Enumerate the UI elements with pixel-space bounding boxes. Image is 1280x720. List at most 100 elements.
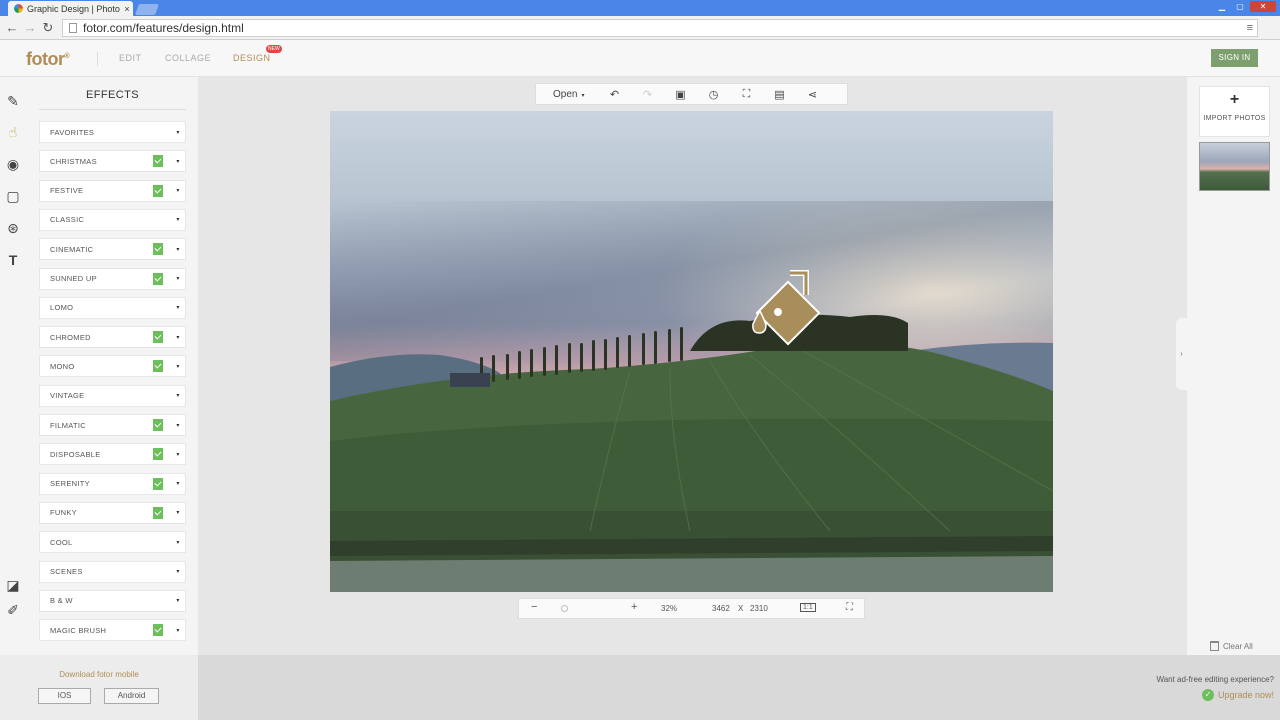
chevron-down-icon: ▾: [176, 334, 180, 341]
chevron-down-icon: ▾: [176, 422, 180, 429]
premium-tag-icon: [153, 419, 163, 431]
favicon-icon: [14, 4, 23, 13]
redo-icon[interactable]: ↷: [631, 88, 664, 101]
sticker-icon[interactable]: ⊛: [5, 220, 21, 236]
nav-edit[interactable]: EDIT: [119, 53, 142, 63]
effect-category[interactable]: FUNKY ▾: [39, 501, 186, 524]
pencil-icon[interactable]: ✎: [5, 93, 21, 109]
effect-category[interactable]: FAVORITES ▾: [39, 121, 186, 143]
check-icon: ✓: [1201, 689, 1214, 701]
compare-icon[interactable]: ◪: [5, 577, 21, 593]
effect-category-label: VINTAGE: [50, 391, 85, 401]
chevron-down-icon: ▾: [176, 363, 180, 370]
zoom-percent: 32%: [661, 604, 678, 613]
url-text: fotor.com/features/design.html: [83, 21, 244, 35]
save-icon[interactable]: ▤: [763, 88, 796, 101]
chevron-down-icon: ▾: [176, 539, 180, 546]
upgrade-promo: Want ad-free editing experience? ✓ Upgrad…: [1156, 675, 1274, 701]
zoom-in-button[interactable]: +: [631, 601, 637, 613]
edit-note-icon[interactable]: ✐: [5, 602, 21, 618]
new-tab-button[interactable]: [134, 4, 160, 15]
nav-design[interactable]: DESIGN: [233, 53, 271, 63]
open-button[interactable]: Open ▾: [536, 89, 598, 100]
zoom-fit-icon[interactable]: ⛶: [730, 88, 763, 101]
image-icon[interactable]: ▣: [664, 88, 697, 101]
fullscreen-icon[interactable]: ⛶: [846, 602, 853, 613]
minimize-button[interactable]: ▁: [1214, 1, 1230, 12]
effect-category[interactable]: SERENITY ▾: [39, 472, 186, 495]
trash-icon: [1210, 641, 1219, 651]
premium-tag-icon: [153, 360, 163, 373]
forward-icon[interactable]: →: [22, 20, 38, 35]
zoom-slider-knob[interactable]: [561, 605, 568, 612]
effect-category[interactable]: B & W ▾: [39, 589, 186, 612]
premium-tag-icon: [153, 272, 163, 285]
effect-category-label: SERENITY: [50, 479, 90, 489]
back-icon[interactable]: ←: [4, 20, 20, 35]
image-width: 3462: [712, 604, 730, 613]
new-badge: NEW: [266, 45, 282, 53]
paint-bucket-icon: [752, 270, 821, 346]
ios-button[interactable]: IOS: [38, 688, 91, 704]
premium-tag-icon: [153, 506, 163, 519]
effect-category-label: B & W: [50, 596, 73, 606]
effect-category[interactable]: SCENES ▾: [39, 560, 186, 583]
sign-in-button[interactable]: SIGN IN: [1211, 49, 1258, 67]
effect-category[interactable]: CHROMED ▾: [39, 326, 186, 349]
window-controls: ▁ ▢ ✕: [1214, 1, 1276, 12]
android-button[interactable]: Android: [104, 688, 159, 704]
chevron-down-icon: ▾: [176, 598, 180, 605]
hand-touch-icon[interactable]: ☝: [5, 124, 21, 140]
fotor-logo[interactable]: fotor®: [26, 49, 70, 70]
landscape: [330, 314, 1053, 592]
chevron-down-icon: ▾: [176, 246, 180, 253]
premium-tag-icon: [153, 184, 163, 197]
close-window-button[interactable]: ✕: [1250, 1, 1276, 12]
import-photos-button[interactable]: + IMPORT PHOTOS: [1199, 86, 1270, 137]
frame-icon[interactable]: ▢: [5, 188, 21, 204]
effect-category[interactable]: CINEMATIC ▾: [39, 238, 186, 261]
effect-category[interactable]: VINTAGE ▾: [39, 384, 186, 407]
premium-tag-icon: [153, 243, 163, 256]
chevron-down-icon: ▾: [176, 393, 180, 400]
url-input[interactable]: fotor.com/features/design.html ≡: [62, 19, 1258, 37]
effect-category-label: DISPOSABLE: [50, 449, 101, 459]
chevron-down-icon: ▾: [176, 129, 180, 136]
photo-thumbnail[interactable]: [1199, 142, 1270, 191]
effect-category[interactable]: CHRISTMAS ▾: [39, 150, 186, 173]
effect-category[interactable]: MONO ▾: [39, 355, 186, 378]
clear-all-button[interactable]: Clear All: [1210, 641, 1253, 651]
maximize-button[interactable]: ▢: [1232, 1, 1248, 12]
effect-category-label: CHROMED: [50, 332, 91, 342]
browser-menu-icon[interactable]: ≡: [1247, 22, 1253, 34]
effect-category[interactable]: FILMATIC ▾: [39, 414, 186, 436]
effect-category-label: SUNNED UP: [50, 274, 97, 283]
eye-icon[interactable]: ◉: [5, 156, 21, 172]
tab-close-icon[interactable]: ×: [121, 4, 133, 14]
effect-category[interactable]: COOL ▾: [39, 531, 186, 554]
browser-tab[interactable]: Graphic Design | Photo ×: [8, 1, 133, 16]
share-icon[interactable]: ⋖: [796, 88, 829, 101]
tool-rail: ✎ ☝ ◉ ▢ ⊛ T ◪ ✐: [0, 77, 27, 655]
effect-category[interactable]: FESTIVE ▾: [39, 179, 186, 202]
effect-category-label: MAGIC BRUSH: [50, 625, 107, 635]
effect-category-label: MONO: [50, 361, 75, 371]
zoom-out-button[interactable]: −: [531, 601, 537, 613]
collapse-panel-button[interactable]: ›: [1176, 318, 1187, 390]
reload-icon[interactable]: ↻: [40, 20, 56, 36]
effect-category[interactable]: LOMO ▾: [39, 296, 186, 319]
upgrade-link[interactable]: Upgrade now!: [1218, 690, 1274, 700]
effect-category[interactable]: SUNNED UP ▾: [39, 267, 186, 290]
effect-category[interactable]: DISPOSABLE ▾: [39, 443, 186, 466]
history-icon[interactable]: ◷: [697, 88, 730, 101]
effect-category[interactable]: MAGIC BRUSH ▾: [39, 619, 186, 642]
nav-collage[interactable]: COLLAGE: [165, 53, 211, 63]
text-icon[interactable]: T: [5, 252, 21, 268]
effect-category-label: CHRISTMAS: [50, 156, 97, 166]
actual-size-button[interactable]: 1:1: [800, 603, 816, 612]
effects-title: EFFECTS: [39, 89, 186, 110]
photo-canvas[interactable]: [330, 111, 1053, 592]
undo-icon[interactable]: ↶: [598, 88, 631, 101]
effect-category[interactable]: CLASSIC ▾: [39, 208, 186, 231]
effect-category-label: FAVORITES: [50, 127, 95, 137]
